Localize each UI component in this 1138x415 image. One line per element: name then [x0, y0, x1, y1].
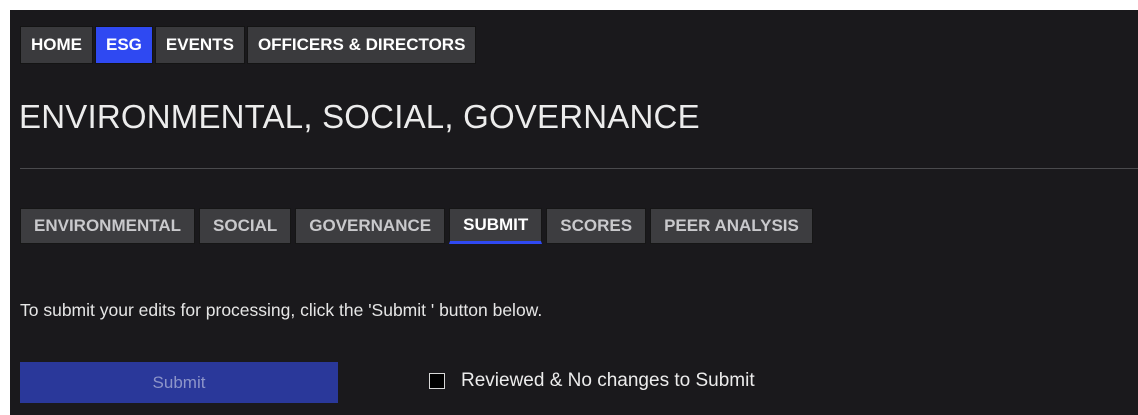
submit-instructions: To submit your edits for processing, cli… [20, 300, 543, 320]
top-nav: HOME ESG EVENTS OFFICERS & DIRECTORS [20, 26, 477, 64]
title-divider [20, 168, 1138, 169]
reviewed-no-changes-option[interactable]: Reviewed & No changes to Submit [429, 370, 755, 392]
page-title: ENVIRONMENTAL, SOCIAL, GOVERNANCE [19, 98, 700, 135]
tab-submit[interactable]: SUBMIT [449, 208, 543, 244]
tab-officers-directors[interactable]: OFFICERS & DIRECTORS [246, 26, 477, 64]
tab-esg[interactable]: ESG [95, 26, 153, 64]
tab-home[interactable]: HOME [20, 26, 93, 64]
esg-panel: HOME ESG EVENTS OFFICERS & DIRECTORS ENV… [10, 10, 1138, 415]
tab-events[interactable]: EVENTS [154, 26, 245, 64]
tab-social[interactable]: SOCIAL [199, 208, 292, 244]
tab-environmental[interactable]: ENVIRONMENTAL [20, 208, 196, 244]
tab-governance[interactable]: GOVERNANCE [295, 208, 446, 244]
sub-nav: ENVIRONMENTAL SOCIAL GOVERNANCE SUBMIT S… [20, 208, 813, 244]
reviewed-no-changes-checkbox[interactable] [429, 373, 445, 389]
tab-scores[interactable]: SCORES [546, 208, 647, 244]
reviewed-no-changes-label: Reviewed & No changes to Submit [461, 370, 755, 391]
submit-button[interactable]: Submit [20, 362, 338, 403]
tab-peer-analysis[interactable]: PEER ANALYSIS [650, 208, 813, 244]
